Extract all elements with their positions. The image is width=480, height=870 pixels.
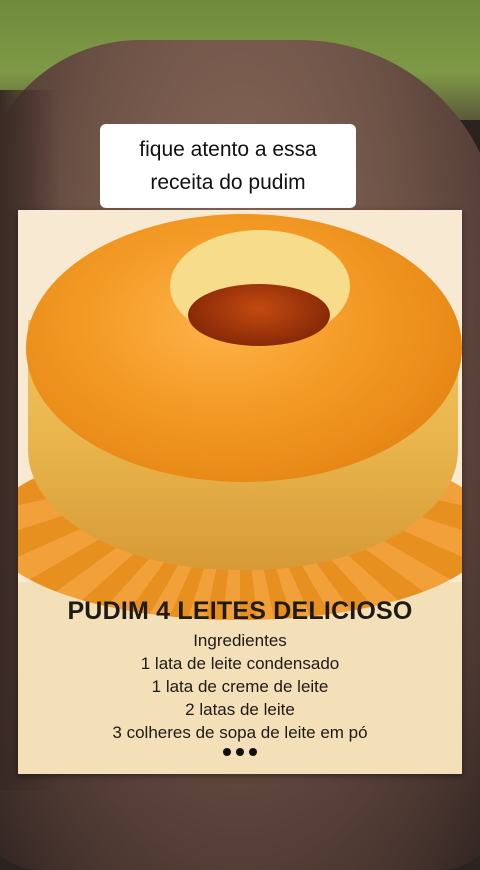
ingredient-item: 3 colheres de sopa de leite em pó (112, 723, 368, 742)
ellipsis-icon[interactable] (18, 748, 462, 756)
caption-box: fique atento a essa receita do pudim (100, 124, 356, 208)
recipe-title: PUDIM 4 LEITES DELICIOSO (67, 597, 413, 625)
dot (249, 748, 257, 756)
dot (236, 748, 244, 756)
recipe-text: PUDIM 4 LEITES DELICIOSO Ingredientes 1 … (18, 594, 462, 756)
ingredient-item: 2 latas de leite (185, 700, 295, 719)
ingredients-heading: Ingredientes (193, 631, 287, 650)
pudding-hole-caramel (188, 284, 330, 346)
ingredient-item: 1 lata de leite condensado (140, 654, 340, 673)
dot (223, 748, 231, 756)
caption-text: fique atento a essa receita do pudim (139, 138, 317, 194)
ingredient-item: 1 lata de creme de leite (151, 677, 329, 696)
recipe-card: PUDIM 4 LEITES DELICIOSO Ingredientes 1 … (18, 210, 462, 774)
pudding-photo (18, 210, 462, 620)
